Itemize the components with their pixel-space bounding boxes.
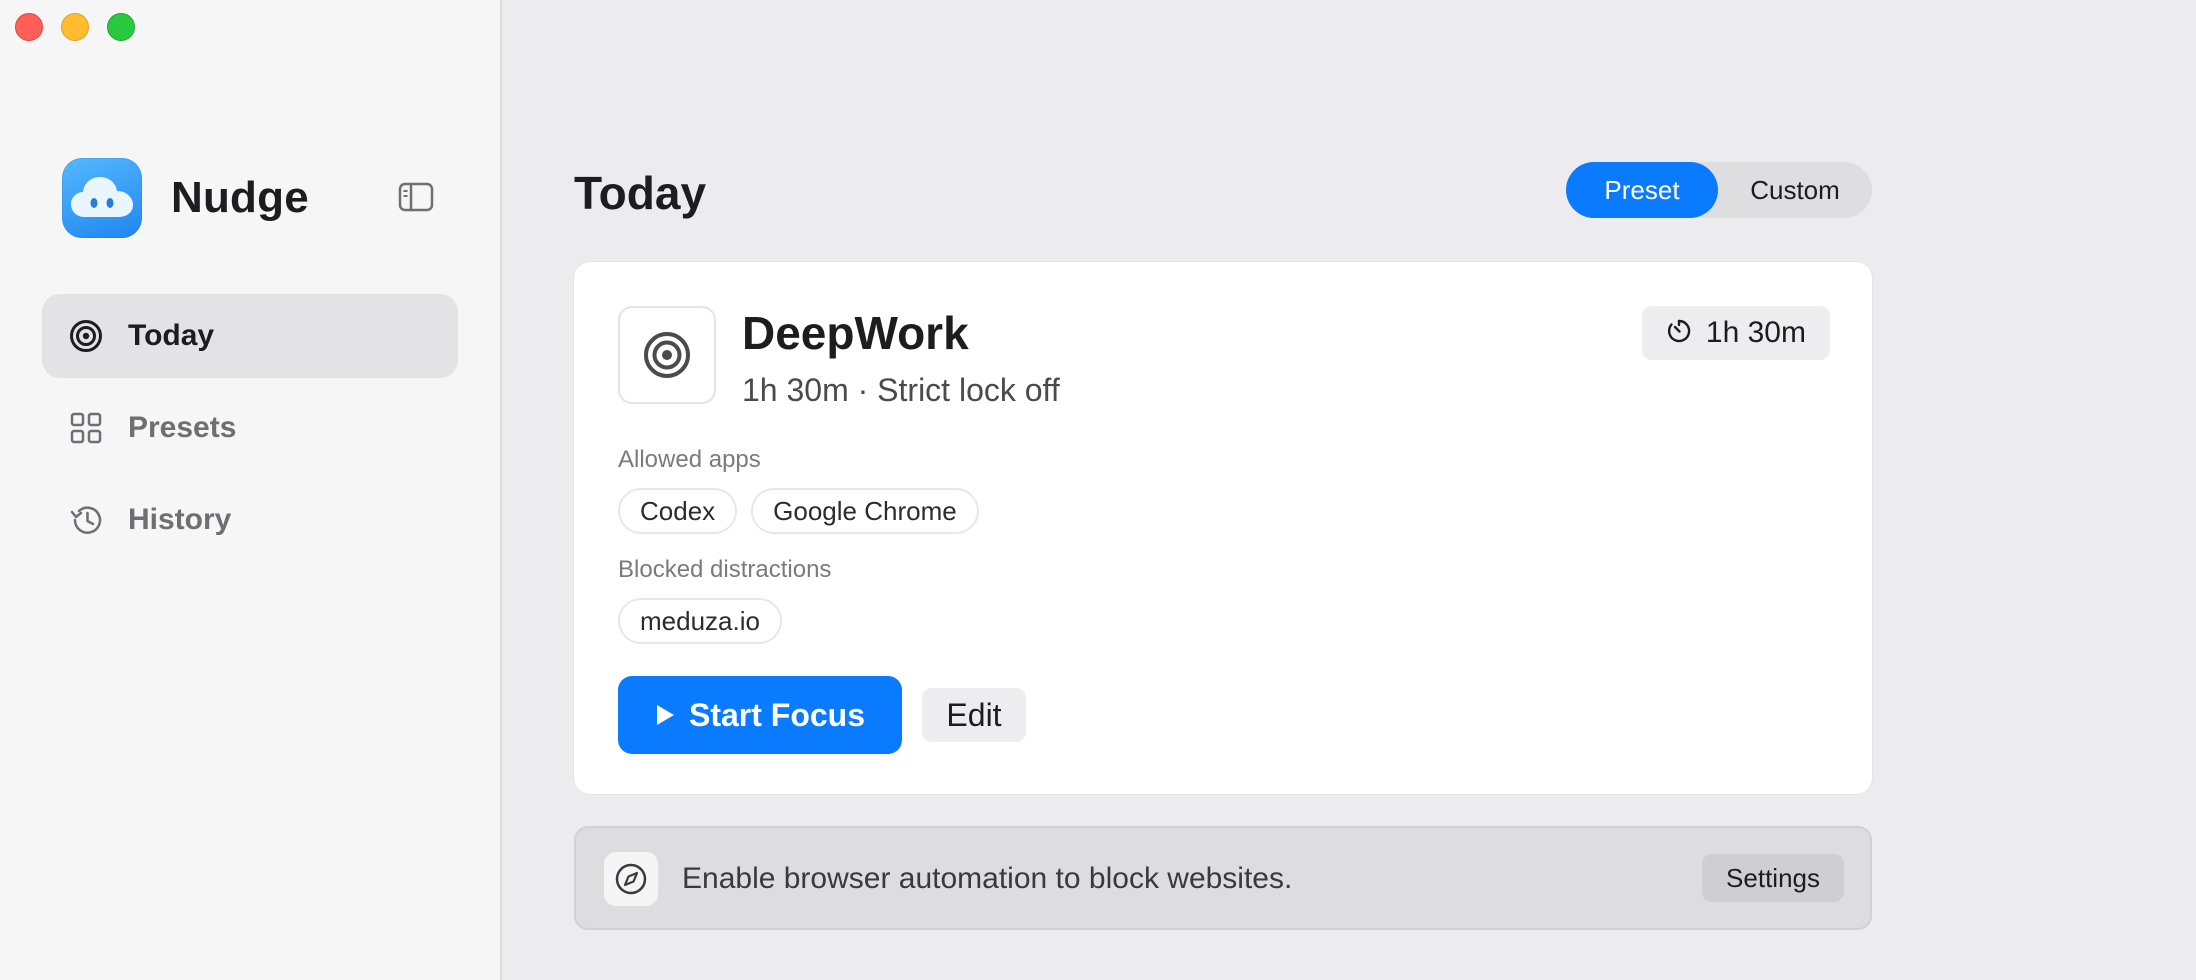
sidebar-item-presets[interactable]: Presets — [42, 386, 458, 470]
blocked-distractions-label: Blocked distractions — [618, 556, 832, 583]
start-focus-button[interactable]: Start Focus — [618, 676, 902, 754]
sidebar-toggle-icon[interactable] — [398, 182, 434, 212]
banner-message: Enable browser automation to block websi… — [682, 862, 1293, 895]
history-icon — [68, 502, 104, 538]
page-title: Today — [574, 167, 707, 219]
timer-icon — [1666, 318, 1692, 349]
browser-automation-banner: Enable browser automation to block websi… — [574, 826, 1872, 930]
sidebar-item-history[interactable]: History — [42, 478, 458, 562]
zoom-window-button[interactable] — [107, 13, 135, 41]
edit-button[interactable]: Edit — [922, 688, 1026, 742]
blocked-sites-list: meduza.io — [618, 598, 782, 644]
preset-name: DeepWork — [742, 307, 969, 359]
main-content: Today Preset Custom DeepWork 1h 30m · St… — [504, 0, 2196, 980]
segment-custom[interactable]: Custom — [1718, 162, 1872, 218]
window-controls — [15, 13, 135, 41]
play-icon — [655, 697, 675, 734]
start-focus-label: Start Focus — [688, 696, 866, 733]
sidebar: Nudge Today Presets History — [0, 0, 502, 980]
allowed-app-chip: Google Chrome — [751, 488, 979, 534]
grid-icon — [68, 410, 104, 446]
close-window-button[interactable] — [15, 13, 43, 41]
target-icon — [68, 318, 104, 354]
settings-button[interactable]: Settings — [1702, 854, 1844, 902]
app-logo-cloud-icon — [62, 158, 142, 238]
sidebar-item-label: Today — [128, 319, 215, 352]
target-icon — [618, 306, 716, 404]
allowed-apps-label: Allowed apps — [618, 446, 761, 473]
sidebar-item-label: History — [128, 503, 232, 536]
duration-badge: 1h 30m — [1641, 306, 1830, 360]
app-brand: Nudge — [62, 158, 309, 238]
preset-card: DeepWork 1h 30m · Strict lock off 1h 30m… — [574, 262, 1872, 794]
sidebar-item-label: Presets — [128, 411, 237, 444]
sidebar-nav: Today Presets History — [42, 294, 458, 570]
compass-icon — [604, 852, 658, 906]
app-window: Nudge Today Presets History Today Preset… — [0, 0, 2196, 980]
minimize-window-button[interactable] — [61, 13, 89, 41]
allowed-apps-list: Codex Google Chrome — [618, 488, 979, 534]
mode-segmented-control: Preset Custom — [1566, 162, 1872, 218]
blocked-site-chip: meduza.io — [618, 598, 782, 644]
allowed-app-chip: Codex — [618, 488, 738, 534]
duration-value: 1h 30m — [1705, 316, 1806, 349]
app-name: Nudge — [171, 173, 309, 222]
segment-preset[interactable]: Preset — [1566, 162, 1718, 218]
preset-subtitle: 1h 30m · Strict lock off — [742, 372, 1060, 408]
sidebar-item-today[interactable]: Today — [42, 294, 458, 378]
